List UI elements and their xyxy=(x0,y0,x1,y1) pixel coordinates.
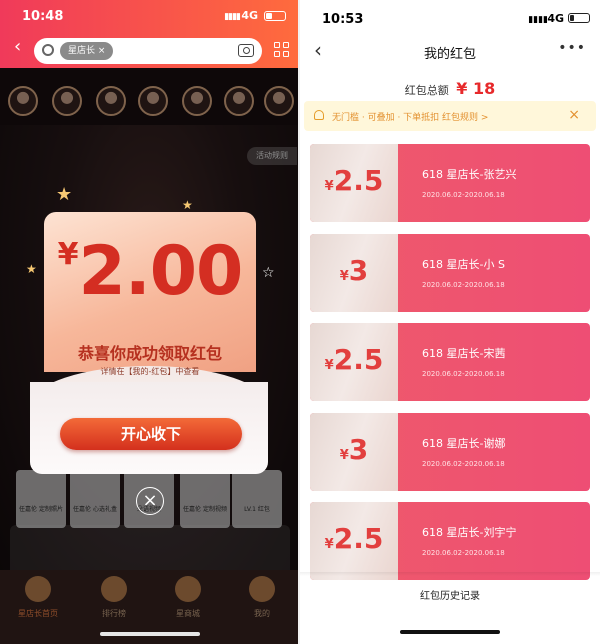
card-amount: ¥2.5 xyxy=(310,343,398,376)
status-bar: 10:48 ▮▮▮▮ 4G xyxy=(0,0,298,30)
amount-value: 2.5 xyxy=(333,522,384,555)
status-time: 10:48 xyxy=(22,9,64,24)
amount-value: 2.5 xyxy=(333,164,384,197)
card-name: 618 星店长-刘宇宁 xyxy=(422,526,517,539)
signal-icon: ▮▮▮▮ xyxy=(528,15,548,25)
camera-icon[interactable] xyxy=(238,44,254,57)
more-icon[interactable]: ••• xyxy=(558,40,586,56)
back-icon[interactable]: ‹ xyxy=(14,38,21,56)
red-packet-card[interactable]: ¥2.5 618 星店长-宋茜 2020.06.02-2020.06.18 xyxy=(310,323,590,401)
header-bar: 10:48 ▮▮▮▮ 4G ‹ 星店长 × xyxy=(0,0,298,68)
sparkle-star-icon: ☆ xyxy=(262,265,275,281)
card-amount: ¥3 xyxy=(310,433,398,466)
amount-value: 2.5 xyxy=(333,343,384,376)
close-icon[interactable]: × xyxy=(568,107,580,123)
history-link[interactable]: 红包历史记录 xyxy=(300,587,600,602)
battery-icon xyxy=(264,11,286,21)
grid-menu-icon[interactable] xyxy=(274,42,290,58)
footer-shadow xyxy=(300,572,600,576)
status-bar: 10:53 ▮▮▮▮ 4G xyxy=(300,0,600,30)
total-label: 红包总额 xyxy=(404,84,449,97)
left-screen: 活动规则 任嘉伦 定制照片 任嘉伦 心选礼盒 朵语视频 任嘉伦 定制视频 LV.… xyxy=(0,0,298,644)
red-packet-card[interactable]: ¥2.5 618 星店长-张艺兴 2020.06.02-2020.06.18 xyxy=(310,144,590,222)
search-icon xyxy=(42,44,54,56)
sparkle-star-icon: ★ xyxy=(26,262,37,276)
home-indicator xyxy=(400,630,500,634)
card-date: 2020.06.02-2020.06.18 xyxy=(422,460,505,468)
page-title: 我的红包 xyxy=(423,47,476,62)
home-indicator xyxy=(100,632,200,636)
status-time: 10:53 xyxy=(322,12,364,27)
total-amount: 红包总额 ¥ 18 xyxy=(300,79,600,98)
total-number: 18 xyxy=(472,79,496,98)
card-name: 618 星店长-谢娜 xyxy=(422,437,506,450)
card-amount: ¥3 xyxy=(310,254,398,287)
search-chip-label: 星店长 xyxy=(68,46,96,56)
red-packet-card[interactable]: ¥2.5 618 星店长-刘宇宁 2020.06.02-2020.06.18 xyxy=(310,502,590,580)
signal-icon: ▮▮▮▮ xyxy=(224,12,241,22)
currency-symbol: ¥ xyxy=(324,358,334,373)
amount-value: 3 xyxy=(348,254,369,287)
network-label: 4G xyxy=(547,12,564,25)
accept-button[interactable]: 开心收下 xyxy=(60,418,242,450)
battery-icon xyxy=(568,13,590,23)
card-amount: ¥2.5 xyxy=(310,522,398,555)
total-value: ¥ 18 xyxy=(456,79,495,98)
card-date: 2020.06.02-2020.06.18 xyxy=(422,191,505,199)
search-chip[interactable]: 星店长 × xyxy=(60,42,114,60)
right-screen: 10:53 ▮▮▮▮ 4G ‹ 我的红包 ••• 红包总额 ¥ 18 无门槛 ·… xyxy=(300,0,600,644)
popup-subtitle: 详情在【我的-红包】中查看 xyxy=(100,367,200,376)
chip-close-icon[interactable]: × xyxy=(98,46,106,56)
notice-text[interactable]: 无门槛 · 可叠加 · 下单抵扣 红包规则 > xyxy=(332,110,488,123)
total-currency: ¥ xyxy=(456,79,468,98)
popup-title: 恭喜你成功领取红包 xyxy=(77,344,222,363)
card-date: 2020.06.02-2020.06.18 xyxy=(422,281,505,289)
currency-symbol: ¥ xyxy=(339,448,349,463)
currency-symbol: ¥ xyxy=(339,269,349,284)
currency-symbol: ¥ xyxy=(324,537,334,552)
amount-value: 2.00 xyxy=(78,232,244,311)
network-label: 4G xyxy=(241,9,258,22)
search-bar[interactable]: 星店长 × xyxy=(34,38,262,64)
currency-symbol: ¥ xyxy=(57,237,79,272)
card-date: 2020.06.02-2020.06.18 xyxy=(422,370,505,378)
bell-icon xyxy=(314,110,324,120)
card-amount: ¥2.5 xyxy=(310,164,398,197)
close-icon[interactable]: × xyxy=(136,487,164,515)
red-packet-card[interactable]: ¥3 618 星店长-谢娜 2020.06.02-2020.06.18 xyxy=(310,413,590,491)
sparkle-star-icon: ★ xyxy=(56,184,73,205)
card-name: 618 星店长-小 S xyxy=(422,258,505,271)
currency-symbol: ¥ xyxy=(324,179,334,194)
notice-bar[interactable]: 无门槛 · 可叠加 · 下单抵扣 红包规则 > × xyxy=(304,101,596,131)
card-name: 618 星店长-宋茜 xyxy=(422,347,506,360)
card-name: 618 星店长-张艺兴 xyxy=(422,168,517,181)
amount-value: 3 xyxy=(348,433,369,466)
red-packet-amount: ¥2.00 xyxy=(44,232,256,322)
card-date: 2020.06.02-2020.06.18 xyxy=(422,549,505,557)
red-packet-card[interactable]: ¥3 618 星店长-小 S 2020.06.02-2020.06.18 xyxy=(310,234,590,312)
